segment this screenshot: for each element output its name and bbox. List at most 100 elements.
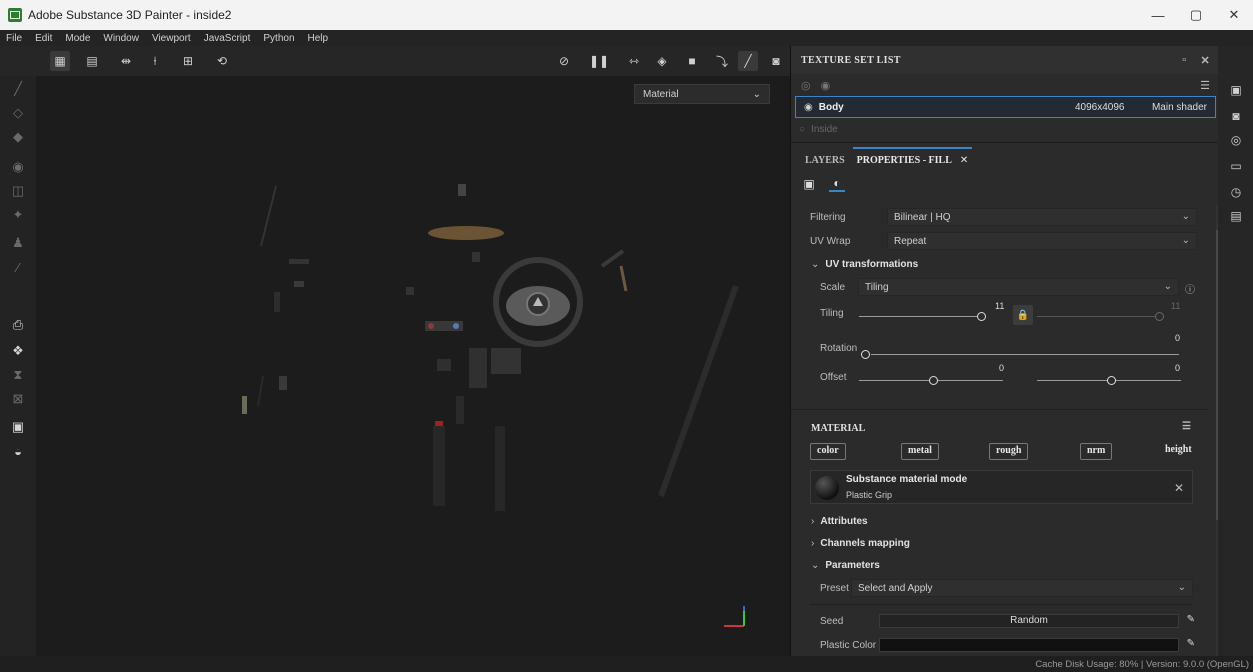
menu-viewport[interactable]: Viewport [152,33,191,44]
offset-knob-v[interactable] [1107,376,1116,385]
parameters-toggle[interactable]: ⌄ Parameters [791,554,1209,576]
texture-set-row-inside[interactable]: ○ Inside [791,118,1218,140]
lock-icon[interactable]: 🔒 [1013,305,1033,325]
info-icon[interactable]: ⓘ [1185,281,1195,296]
maximize-button[interactable]: ▢ [1177,0,1215,30]
mask-icon[interactable]: ⊠ [9,390,27,408]
frame-icon[interactable]: ⊞ [178,51,198,71]
uvwrap-dropdown[interactable]: Repeat ⌄ [887,232,1197,250]
preset-row: Preset Select and Apply ⌄ [791,576,1209,600]
rotation-track[interactable] [871,354,1179,355]
polygon-fill-icon[interactable]: ◉ [9,158,27,176]
object-icon[interactable]: ◈ [652,51,672,71]
remove-material-icon[interactable]: ✕ [1174,481,1184,495]
scale-label: Scale [820,281,846,293]
eye-icon[interactable]: ◉ [821,79,831,92]
paint-tool-icon[interactable]: ╱ [9,80,27,98]
attributes-toggle[interactable]: › Attributes [791,510,1209,532]
export-icon[interactable]: ▣ [9,418,27,436]
app-logo-icon [8,8,22,22]
smudge-tool-icon[interactable]: ◫ [9,182,27,200]
channel-rough-button[interactable]: rough [989,443,1029,460]
offset-knob-u[interactable] [929,376,938,385]
grid-options-icon[interactable]: ▤ [82,51,102,71]
display-settings-icon[interactable]: ◙ [1228,108,1244,124]
eye-icon[interactable]: ◉ [804,102,813,113]
edit-icon[interactable]: ✎ [1187,614,1195,625]
tiling-knob-v[interactable] [1155,312,1164,321]
settings-list-icon[interactable]: ☰ [1200,79,1210,92]
rotation-knob[interactable] [861,350,870,359]
reset-icon[interactable]: ⟲ [212,51,232,71]
menu-bar: File Edit Mode Window Viewport JavaScrip… [0,30,1253,46]
visibility-toggle-icon[interactable]: ◎ [801,79,811,92]
menu-javascript[interactable]: JavaScript [204,33,251,44]
tiling-knob[interactable] [977,312,986,321]
log-icon[interactable]: ▤ [1228,208,1244,224]
light-icon[interactable]: ⤵ [712,51,732,71]
measure-tool-icon[interactable]: ⁄ [9,258,27,276]
menu-python[interactable]: Python [263,33,294,44]
symmetry-icon[interactable]: ⇹ [116,51,136,71]
menu-mode[interactable]: Mode [65,33,90,44]
preset-dropdown[interactable]: Select and Apply ⌄ [851,579,1193,597]
shelf-icon[interactable]: ◒ [9,442,27,460]
eraser-tool-icon[interactable]: ◇ [9,104,27,122]
uv-transformations-toggle[interactable]: ⌄ UV transformations [791,253,1209,275]
channel-metal-button[interactable]: metal [901,443,939,460]
channel-nrm-button[interactable]: nrm [1080,443,1113,460]
tab-layers[interactable]: LAYERS [801,149,849,172]
grid-view-icon[interactable]: ▦ [50,51,70,71]
camera-icon[interactable]: ■ [682,51,702,71]
projection-tool-icon[interactable]: ◆ [9,128,27,146]
display-mode-icon[interactable]: ⇿ [624,51,644,71]
scale-dropdown[interactable]: Tiling ⌄ [858,278,1179,296]
picker-tool-icon[interactable]: ♟ [9,234,27,252]
texture-set-settings-icon[interactable]: ▣ [1228,82,1244,98]
filtering-dropdown[interactable]: Bilinear | HQ ⌄ [887,208,1197,226]
chevron-down-icon: ⌄ [1177,582,1186,593]
seed-random-button[interactable]: Random [879,614,1179,628]
assets-icon[interactable]: ▭ [1228,158,1244,174]
shader-settings-icon[interactable]: ◎ [1228,132,1244,148]
menu-window[interactable]: Window [103,33,139,44]
fill-properties-icon[interactable]: ▣ [801,176,817,192]
channel-height-button[interactable]: height [1159,443,1198,460]
offset-slider-row: Offset 0 0 [791,363,1209,395]
tiling-track-v[interactable] [1037,316,1157,317]
menu-edit[interactable]: Edit [35,33,52,44]
texture-set-size: 4096x4096 [1075,101,1125,113]
hide-icon[interactable]: ⊘ [554,51,574,71]
plastic-color-swatch[interactable] [879,638,1179,652]
history-icon[interactable]: ◷ [1228,184,1244,200]
channel-color-button[interactable]: color [810,443,846,460]
undock-icon[interactable]: ▫ [1182,54,1186,67]
pause-icon[interactable]: ❚❚ [589,51,609,71]
material-options-icon[interactable]: ☰ [1182,421,1191,432]
color-picker-icon[interactable]: ✎ [1187,638,1195,649]
screenshot-icon[interactable]: ◙ [766,51,786,71]
chevron-down-icon: ⌄ [811,559,820,571]
close-panel-icon[interactable]: ✕ [1200,54,1210,67]
close-tab-icon[interactable]: ✕ [960,155,968,166]
hourglass-icon[interactable]: ⧗ [9,366,27,384]
uv-transformations-label: UV transformations [825,258,919,270]
tab-properties-fill[interactable]: PROPERTIES - FILL ✕ [852,147,973,172]
material-sphere-icon[interactable]: ◐ [829,176,845,192]
layers-icon[interactable]: ❖ [9,342,27,360]
eye-hidden-icon[interactable]: ○ [799,124,805,135]
align-icon[interactable]: ⍿ [145,51,165,71]
viewport-channel-select[interactable]: Material ⌄ [634,84,770,104]
close-window-button[interactable]: ✕ [1215,0,1253,30]
tiling-track[interactable] [859,316,979,317]
menu-help[interactable]: Help [308,33,329,44]
minimize-button[interactable]: — [1139,0,1177,30]
bake-icon[interactable]: ⎙ [9,316,27,334]
viewport-3d[interactable]: Material ⌄ [36,76,790,656]
clone-tool-icon[interactable]: ✦ [9,206,27,224]
texture-set-row-body[interactable]: ◉ Body 4096x4096 Main shader [795,96,1216,118]
material-card[interactable]: Substance material mode Plastic Grip ✕ [810,470,1193,504]
channels-mapping-toggle[interactable]: › Channels mapping [791,532,1209,554]
menu-file[interactable]: File [6,33,22,44]
paint-brush-icon[interactable]: ╱ [738,51,758,71]
